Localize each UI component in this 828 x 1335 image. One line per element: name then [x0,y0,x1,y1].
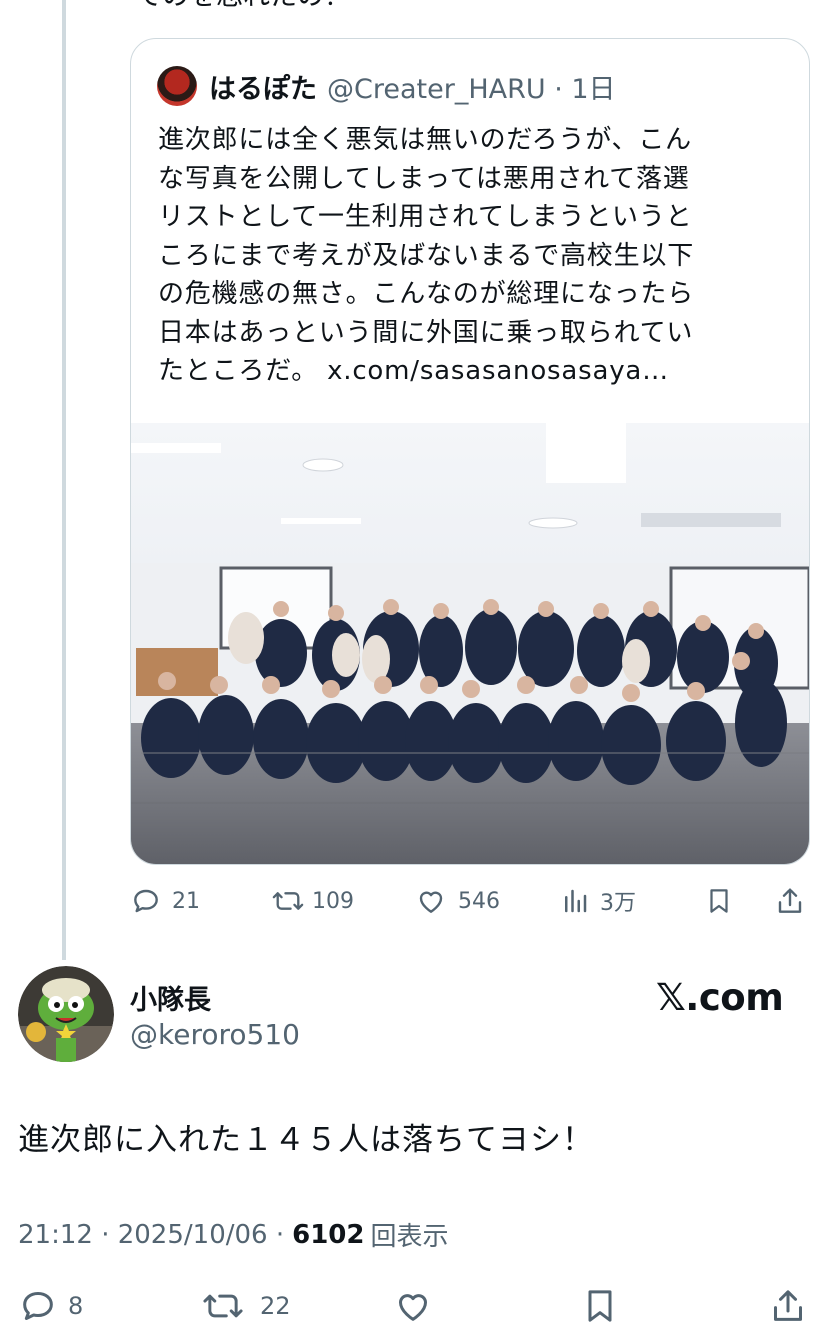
like-count: 546 [458,888,500,914]
share-icon [778,888,802,913]
user-avatar[interactable] [18,966,114,1062]
heart-icon [419,891,443,913]
analytics-icon [565,889,587,913]
repost-icon [272,892,304,910]
share-button[interactable] [774,880,806,922]
reply-button[interactable]: 21 [130,880,200,922]
reply-button[interactable]: 8 [18,1282,83,1330]
reply-count: 21 [172,888,200,914]
views-button[interactable]: 3万 [560,880,636,922]
repost-button[interactable]: 22 [200,1282,291,1330]
repost-count: 109 [312,888,354,914]
heart-icon [398,1294,428,1321]
quoted-post-header: はるぽた @Creater_HARU · 1日 [157,65,616,107]
bookmark-button[interactable] [580,1282,620,1330]
post-meta: 21:12 · 2025/10/06 · 6102 回表示 [18,1216,449,1253]
previous-post-text: てのを忘れたの？ [135,0,351,14]
x-logo-label[interactable]: 𝕏.com [656,976,784,1019]
quoted-user-handle-time[interactable]: @Creater_HARU · 1日 [327,67,616,106]
bookmark-icon [710,889,728,913]
bookmark-button[interactable] [704,880,734,922]
post-actions: 8 22 [0,1282,828,1330]
user-handle[interactable]: @keroro510 [130,1018,300,1051]
share-button[interactable] [768,1282,808,1330]
user-display-name[interactable]: 小隊長 [130,978,211,1017]
like-button[interactable]: 546 [414,880,500,922]
thread-connector-line [62,0,66,960]
like-button[interactable] [392,1282,434,1330]
reply-icon [134,889,158,913]
repost-button[interactable]: 109 [270,880,354,922]
quoted-user-avatar[interactable] [157,66,197,106]
reply-count: 8 [68,1292,84,1320]
post-view-label: 回表示 [370,1222,449,1252]
post-text: 進次郎に入れた１４５人は落ちてヨシ！ [18,1122,594,1158]
quoted-post-actions: 21 109 546 3万 [130,880,808,922]
post-view-count: 6102 [292,1219,365,1250]
quoted-post[interactable]: はるぽた @Creater_HARU · 1日 進次郎には全く悪気は無いのだろう… [130,38,810,865]
post-timestamp[interactable]: 21:12 · 2025/10/06 · [18,1220,284,1250]
share-icon [774,1290,802,1321]
repost-icon [203,1294,243,1318]
repost-count: 22 [260,1292,291,1320]
group-photo-image[interactable] [131,423,809,864]
bookmark-icon [588,1290,612,1322]
view-count: 3万 [600,891,636,916]
quoted-user-name[interactable]: はるぽた [209,67,317,106]
reply-icon [23,1292,53,1320]
quoted-post-text: 進次郎には全く悪気は無いのだろうが、こん な写真を公開してしまっては悪用されて落… [158,125,695,386]
